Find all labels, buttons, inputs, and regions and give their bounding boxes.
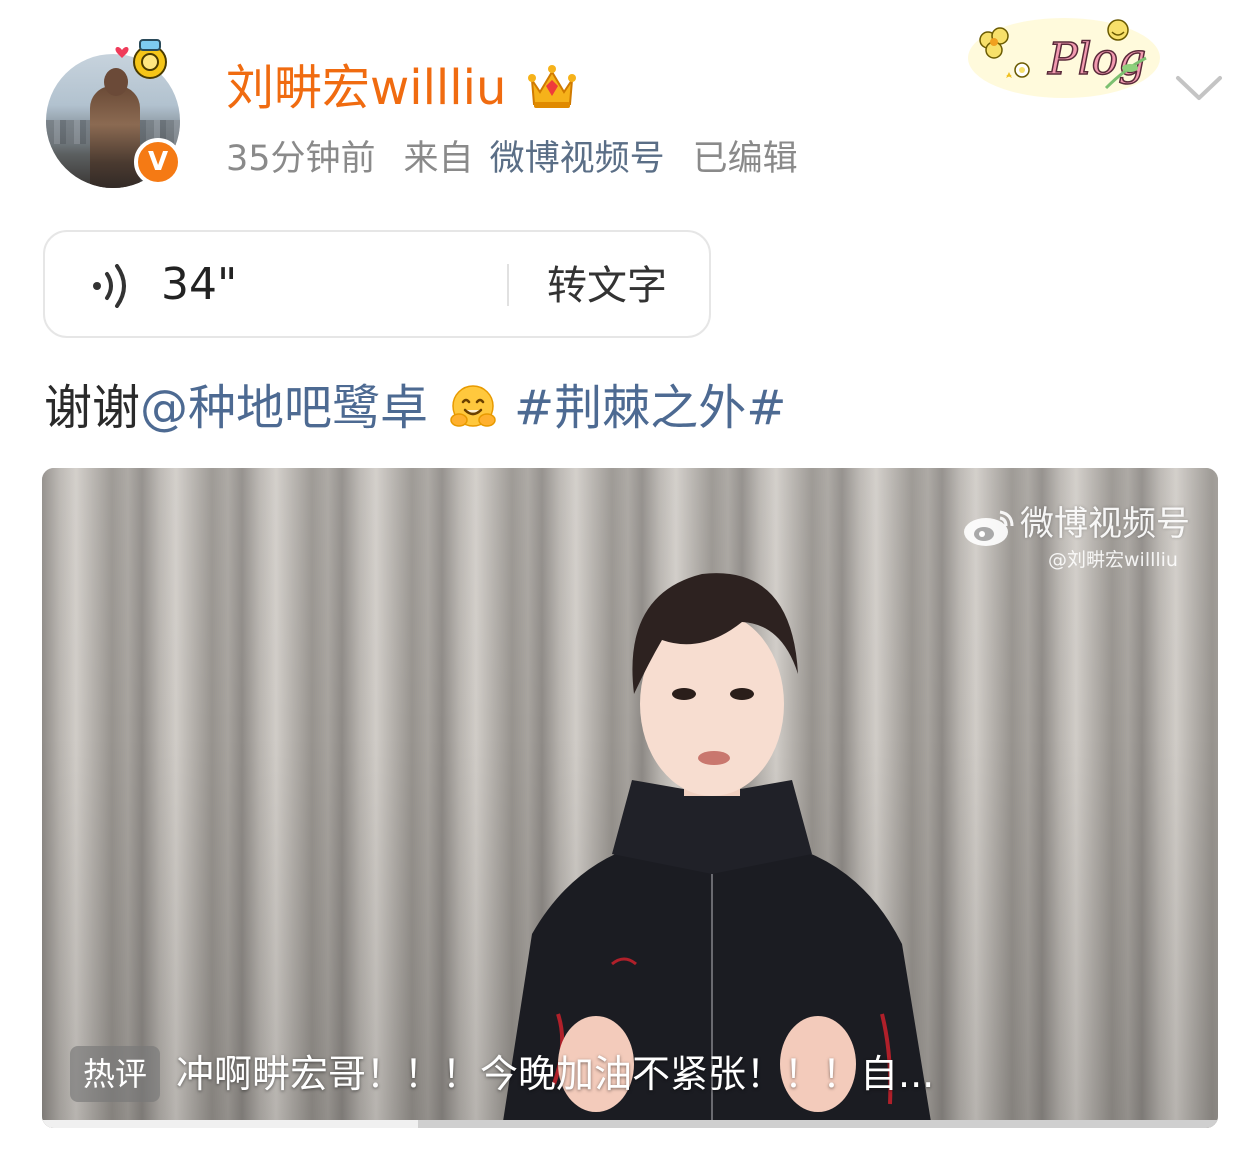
voice-message[interactable]: 34" 转文字	[43, 230, 711, 338]
hot-comment-tag: 热评	[70, 1046, 160, 1102]
plog-sticker-icon[interactable]: Plog	[966, 8, 1162, 104]
weibo-post: V 刘畊宏willliu 35分钟前 来自 微博视频号 已编辑 Plog 34"…	[0, 0, 1260, 1169]
weibo-logo-icon	[964, 510, 1014, 546]
video-progress-bar[interactable]	[42, 1120, 1218, 1128]
edited-label[interactable]: 已编辑	[693, 139, 798, 179]
source-prefix: 来自	[403, 139, 474, 179]
voice-duration: 34"	[161, 259, 238, 310]
post-text: 谢谢@种地吧鹭卓 #荆棘之外#	[44, 376, 786, 440]
mention-link[interactable]: @种地吧鹭卓	[140, 380, 428, 436]
username[interactable]: 刘畊宏willliu	[226, 58, 506, 118]
post-thanks: 谢谢	[44, 380, 141, 436]
voice-wave-icon	[93, 264, 126, 308]
verified-badge: V	[134, 138, 182, 186]
crown-icon[interactable]	[526, 58, 578, 112]
video-player[interactable]: 微博视频号 @刘畊宏willliu 热评 冲啊畊宏哥！！！今晚加油不紧张！！！自…	[42, 468, 1218, 1128]
watermark-handle: @刘畊宏willliu	[1048, 549, 1178, 571]
watermark-title: 微博视频号	[1020, 504, 1190, 544]
avatar-pendant-icon	[115, 39, 167, 79]
chevron-down-icon[interactable]	[1174, 72, 1224, 102]
post-time: 35分钟前	[226, 139, 376, 179]
avatar-figure	[90, 86, 140, 188]
post-meta: 35分钟前 来自 微博视频号 已编辑	[226, 136, 826, 182]
topic-link[interactable]: #荆棘之外#	[514, 380, 786, 436]
video-progress-fill	[42, 1120, 419, 1128]
hot-comment-text: 冲啊畊宏哥！！！今晚加油不紧张！！！自...	[176, 1052, 935, 1096]
voice-divider	[507, 264, 509, 306]
video-person	[502, 573, 932, 1128]
svg-text:Plog: Plog	[1047, 34, 1146, 85]
hugging-face-emoji	[450, 385, 496, 427]
post-source-link[interactable]: 微博视频号	[490, 139, 665, 179]
convert-to-text-button[interactable]: 转文字	[547, 260, 667, 312]
